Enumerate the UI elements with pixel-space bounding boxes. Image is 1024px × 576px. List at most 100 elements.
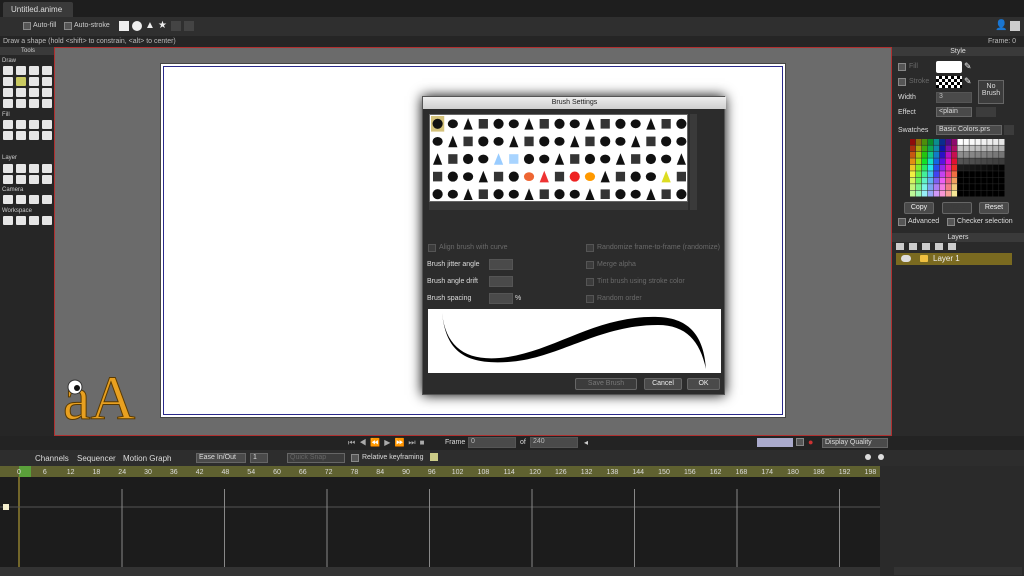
create-shape-tool-icon[interactable] bbox=[16, 120, 26, 129]
swatches-menu-button[interactable] bbox=[1004, 125, 1014, 135]
layer-row[interactable]: Layer 1 bbox=[896, 253, 1012, 265]
brush-thumbnail[interactable] bbox=[570, 135, 580, 148]
color-swatch[interactable] bbox=[939, 139, 946, 145]
keyframe-icon[interactable] bbox=[3, 504, 9, 510]
color-swatch[interactable] bbox=[957, 171, 963, 178]
color-swatch[interactable] bbox=[975, 177, 981, 184]
brush-thumbnail[interactable] bbox=[661, 154, 672, 164]
delete-layer-icon[interactable] bbox=[935, 243, 943, 250]
brush-thumbnail[interactable] bbox=[463, 118, 473, 130]
paste-style-button[interactable]: Paste bbox=[942, 202, 972, 214]
star-icon[interactable]: ★ bbox=[158, 20, 167, 31]
color-swatch[interactable] bbox=[969, 158, 975, 165]
brush-thumbnail[interactable] bbox=[615, 189, 626, 200]
brush-thumbnail[interactable] bbox=[630, 189, 641, 199]
color-swatch[interactable] bbox=[910, 145, 916, 152]
color-swatch[interactable] bbox=[957, 151, 963, 158]
color-swatch[interactable] bbox=[933, 145, 940, 152]
color-swatch[interactable] bbox=[993, 164, 999, 171]
particle-tool-icon[interactable] bbox=[42, 175, 52, 184]
color-swatch[interactable] bbox=[981, 139, 987, 145]
onion-skin-toggle[interactable] bbox=[796, 438, 804, 446]
brush-thumbnail[interactable] bbox=[600, 189, 610, 199]
color-swatch[interactable] bbox=[987, 184, 993, 191]
brush-spacing-field[interactable] bbox=[489, 293, 513, 304]
brush-thumbnail[interactable] bbox=[600, 154, 611, 164]
color-swatch[interactable] bbox=[933, 190, 940, 197]
brush-thumbnail[interactable] bbox=[478, 189, 488, 199]
brush-grid-horizontal-scrollbar[interactable] bbox=[429, 202, 688, 210]
brush-thumbnail[interactable] bbox=[600, 119, 610, 129]
color-swatch[interactable] bbox=[975, 139, 981, 145]
color-swatch[interactable] bbox=[910, 139, 916, 145]
color-swatch[interactable] bbox=[910, 177, 916, 184]
brush-thumbnail[interactable] bbox=[661, 119, 671, 129]
color-swatch[interactable] bbox=[927, 177, 934, 184]
display-quality-select[interactable]: Display Quality bbox=[822, 438, 888, 448]
brush-thumbnail[interactable] bbox=[676, 189, 687, 200]
line-width-tool-icon[interactable] bbox=[3, 131, 13, 140]
paint-bucket-tool-icon[interactable] bbox=[29, 120, 39, 129]
color-swatch[interactable] bbox=[957, 177, 963, 184]
stroke-checkbox[interactable] bbox=[898, 78, 906, 86]
erase-fill-tool-icon[interactable] bbox=[42, 120, 52, 129]
color-swatch[interactable] bbox=[963, 139, 969, 145]
align-brush-checkbox[interactable] bbox=[428, 244, 436, 252]
brush-thumbnail[interactable] bbox=[584, 153, 596, 165]
brush-thumbnail[interactable] bbox=[539, 136, 550, 147]
color-swatch[interactable] bbox=[945, 164, 952, 171]
fill-color-swatch[interactable] bbox=[936, 61, 962, 73]
color-swatch[interactable] bbox=[933, 171, 940, 178]
scale-layer-tool-icon[interactable] bbox=[16, 164, 26, 173]
copy-style-button[interactable]: Copy bbox=[904, 202, 934, 214]
user-icon[interactable]: 👤 bbox=[995, 20, 1007, 31]
color-swatch[interactable] bbox=[927, 190, 934, 197]
color-swatch[interactable] bbox=[939, 190, 946, 197]
brush-thumbnail[interactable] bbox=[524, 118, 534, 130]
color-swatch[interactable] bbox=[993, 151, 999, 158]
noise-tool-icon[interactable] bbox=[29, 99, 39, 108]
brush-thumbnail[interactable] bbox=[615, 118, 626, 129]
brush-thumbnail[interactable] bbox=[554, 137, 565, 146]
color-swatch[interactable] bbox=[993, 158, 999, 165]
color-swatch[interactable] bbox=[999, 171, 1005, 178]
brush-thumbnail[interactable] bbox=[615, 153, 626, 165]
view-mode-icons[interactable] bbox=[757, 438, 793, 447]
brush-thumbnail[interactable] bbox=[524, 188, 534, 200]
playback-controls-icon[interactable]: ⏮◀⏪▶⏩⏭■ bbox=[348, 438, 428, 448]
color-swatch[interactable] bbox=[969, 145, 975, 152]
merge-alpha-checkbox[interactable] bbox=[586, 261, 594, 269]
quick-snap-select[interactable]: Quick Snap bbox=[287, 453, 345, 463]
set-origin-tool-icon[interactable] bbox=[3, 175, 13, 184]
stroke-color-swatch[interactable] bbox=[936, 76, 962, 88]
stroke-eyedropper-icon[interactable]: ✎ bbox=[964, 76, 972, 87]
color-swatch[interactable] bbox=[981, 151, 987, 158]
brush-thumbnail[interactable] bbox=[554, 153, 565, 165]
color-swatch[interactable] bbox=[963, 184, 969, 191]
brush-thumbnail[interactable] bbox=[447, 189, 458, 199]
jitter-angle-field[interactable] bbox=[489, 259, 513, 270]
transform-tool-icon[interactable] bbox=[16, 66, 26, 75]
delete-fill-tool-icon[interactable] bbox=[29, 131, 39, 140]
color-swatch[interactable] bbox=[963, 177, 969, 184]
color-swatch[interactable] bbox=[939, 184, 946, 191]
brush-thumbnail[interactable] bbox=[631, 154, 641, 164]
color-swatch[interactable] bbox=[957, 145, 963, 152]
tab-sequencer[interactable]: Sequencer bbox=[77, 454, 116, 463]
rectangle-icon[interactable] bbox=[119, 21, 129, 31]
color-swatch[interactable] bbox=[951, 184, 957, 191]
color-swatch[interactable] bbox=[915, 139, 922, 145]
color-swatch[interactable] bbox=[933, 184, 940, 191]
brush-thumbnail[interactable] bbox=[432, 189, 443, 200]
brush-thumbnail[interactable] bbox=[539, 170, 549, 183]
color-swatch[interactable] bbox=[915, 171, 922, 178]
color-swatch[interactable] bbox=[969, 151, 975, 158]
color-swatch[interactable] bbox=[963, 164, 969, 171]
document-tab[interactable]: Untitled.anime bbox=[3, 2, 73, 17]
tab-motion-graph[interactable]: Motion Graph bbox=[123, 454, 171, 463]
timeline-body[interactable] bbox=[0, 477, 880, 567]
color-swatch[interactable] bbox=[999, 177, 1005, 184]
color-swatch[interactable] bbox=[939, 164, 946, 171]
color-swatch[interactable] bbox=[969, 177, 975, 184]
brush-thumbnail[interactable] bbox=[646, 118, 656, 130]
